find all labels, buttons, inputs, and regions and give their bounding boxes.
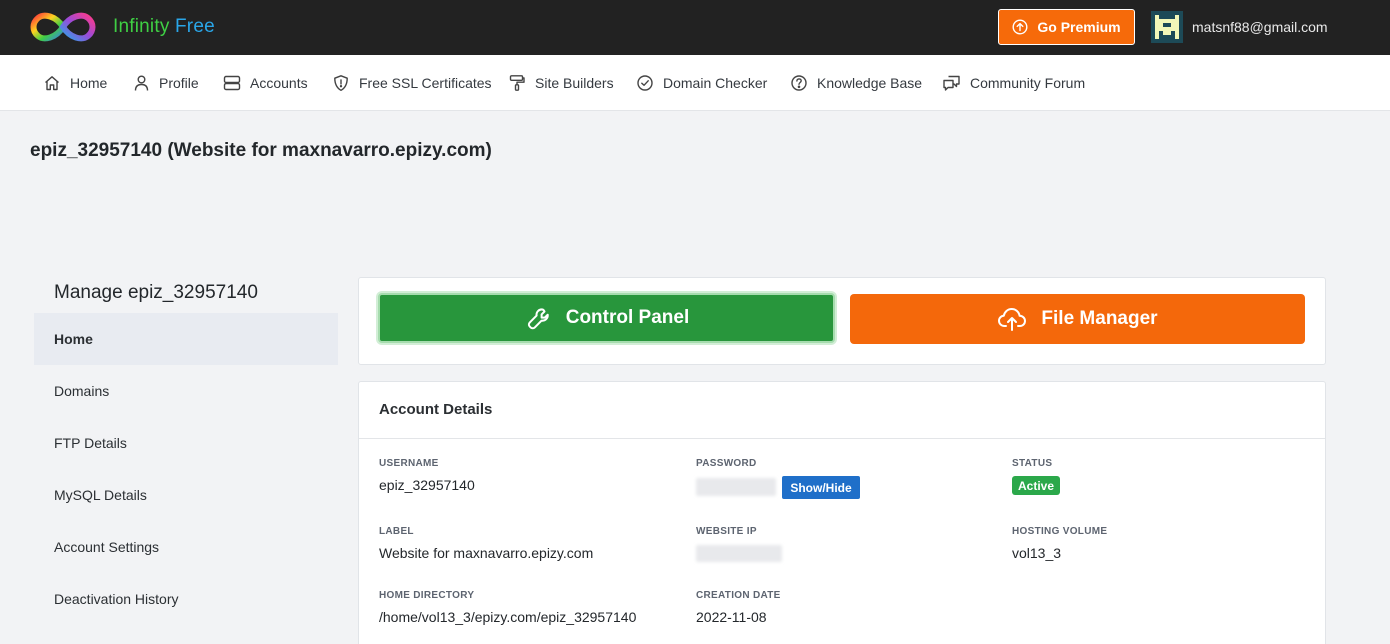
brand-name-part2: Free: [175, 16, 215, 37]
creation-date-value: 2022-11-08: [696, 609, 767, 625]
home-directory-value: /home/vol13_3/epizy.com/epiz_32957140: [379, 609, 637, 625]
website-ip-label: Website IP: [696, 526, 757, 537]
go-premium-button[interactable]: Go Premium: [998, 9, 1135, 45]
sidebar-item-account-settings[interactable]: Account Settings: [34, 521, 338, 573]
chat-icon: [943, 75, 960, 91]
infinity-logo-icon[interactable]: [30, 10, 96, 44]
wrench-icon: [527, 308, 549, 330]
sidebar-title: Manage epiz_32957140: [54, 282, 258, 303]
page-title: epiz_32957140 (Website for maxnavarro.ep…: [30, 140, 492, 161]
main-nav: Home Profile Accounts Free SSL Certifica…: [0, 55, 1390, 111]
nav-item-profile[interactable]: Profile: [133, 55, 199, 111]
sidebar-item-deactivation-history[interactable]: Deactivation History: [34, 573, 338, 625]
sidebar-item-home[interactable]: Home: [34, 313, 338, 365]
nav-item-label: Site Builders: [535, 75, 614, 91]
label-value: Website for maxnavarro.epizy.com: [379, 545, 594, 561]
website-ip-value-hidden: [696, 545, 782, 562]
check-circle-icon: [637, 75, 653, 91]
status-label: Status: [1012, 458, 1053, 469]
nav-item-site-builders[interactable]: Site Builders: [508, 55, 614, 111]
nav-item-label: Free SSL Certificates: [359, 75, 492, 91]
server-icon: [223, 75, 241, 91]
hosting-volume-value: vol13_3: [1012, 545, 1062, 561]
label-label: Label: [379, 526, 414, 537]
arrow-up-circle-icon: [1012, 19, 1028, 35]
nav-item-label: Domain Checker: [663, 75, 768, 91]
shield-icon: [334, 75, 348, 91]
brand-name[interactable]: Infinity Free: [113, 16, 215, 38]
paint-roller-icon: [509, 75, 525, 91]
go-premium-label: Go Premium: [1037, 19, 1121, 35]
home-icon: [45, 76, 59, 91]
hosting-volume-label: Hosting Volume: [1012, 526, 1108, 537]
nav-item-knowledge-base[interactable]: Knowledge Base: [790, 55, 922, 111]
nav-item-free-ssl[interactable]: Free SSL Certificates: [332, 55, 492, 111]
nav-item-home[interactable]: Home: [43, 55, 107, 111]
account-details-title: Account Details: [379, 401, 493, 418]
card-divider: [359, 438, 1325, 439]
nav-item-label: Profile: [159, 75, 199, 91]
nav-item-label: Accounts: [250, 75, 308, 91]
user-email[interactable]: matsnf88@gmail.com: [1192, 19, 1328, 35]
password-label: Password: [696, 458, 757, 469]
nav-item-domain-checker[interactable]: Domain Checker: [636, 55, 767, 111]
cloud-upload-icon: [998, 308, 1027, 331]
file-manager-button[interactable]: File Manager: [850, 294, 1305, 344]
status-badge: Active: [1012, 476, 1061, 495]
sidebar-item-ftp-details[interactable]: FTP Details: [34, 417, 338, 469]
user-icon: [134, 75, 149, 91]
nav-item-community-forum[interactable]: Community Forum: [942, 55, 1085, 111]
sidebar-item-domains[interactable]: Domains: [34, 365, 338, 417]
nav-item-label: Home: [70, 75, 108, 91]
nav-item-label: Knowledge Base: [817, 75, 923, 91]
brand-name-part1: Infinity: [113, 16, 170, 37]
top-bar: Infinity Free Go Premium matsnf88@gmail.…: [0, 0, 1390, 55]
password-value-hidden: [696, 478, 776, 496]
account-details-card: [358, 381, 1326, 644]
file-manager-label: File Manager: [1041, 308, 1158, 329]
sidebar-item-mysql-details[interactable]: MySQL Details: [34, 469, 338, 521]
creation-date-label: Creation Date: [696, 590, 781, 601]
control-panel-button[interactable]: Control Panel: [378, 293, 835, 343]
help-circle-icon: [791, 75, 807, 91]
nav-item-accounts[interactable]: Accounts: [223, 55, 308, 111]
home-directory-label: Home Directory: [379, 590, 475, 601]
username-label: Username: [379, 458, 439, 469]
pixel-avatar-icon[interactable]: [1151, 11, 1183, 43]
show-hide-password-button[interactable]: Show/Hide: [782, 476, 860, 499]
control-panel-label: Control Panel: [565, 307, 690, 328]
username-value: epiz_32957140: [379, 477, 475, 493]
nav-item-label: Community Forum: [970, 75, 1086, 91]
